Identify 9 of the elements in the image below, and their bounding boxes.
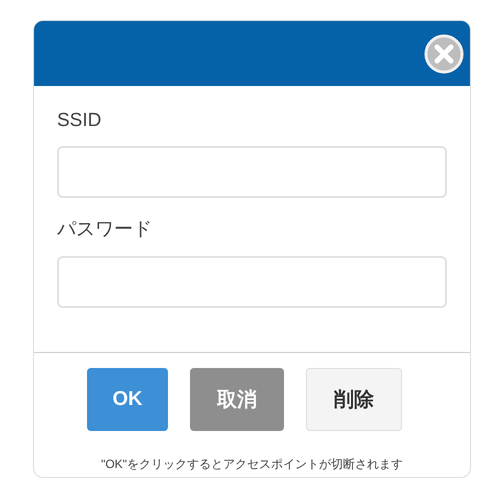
primary-button[interactable]: OK bbox=[87, 368, 168, 431]
plain-button[interactable]: 削除 bbox=[306, 368, 402, 431]
input-field[interactable] bbox=[57, 256, 447, 308]
input-field[interactable] bbox=[57, 146, 447, 198]
close-icon[interactable] bbox=[424, 34, 464, 74]
field-label: パスワード bbox=[57, 218, 153, 242]
secondary-button[interactable]: 取消 bbox=[190, 368, 284, 431]
note-text: "OK"をクリックするとアクセスポイントが切断されます bbox=[100, 456, 404, 473]
field-label: SSID bbox=[57, 110, 102, 132]
